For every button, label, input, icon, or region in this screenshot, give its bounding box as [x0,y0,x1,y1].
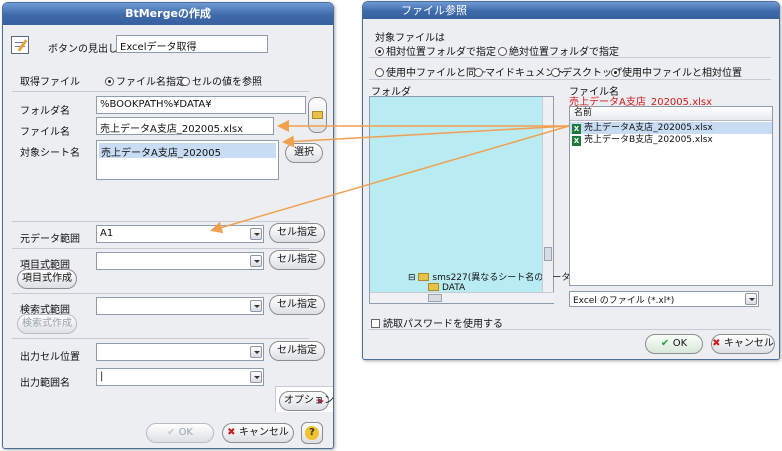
arrow-to-sheetname [282,125,570,148]
arrow-to-source-range [210,125,570,234]
annotation-arrows [210,120,570,234]
